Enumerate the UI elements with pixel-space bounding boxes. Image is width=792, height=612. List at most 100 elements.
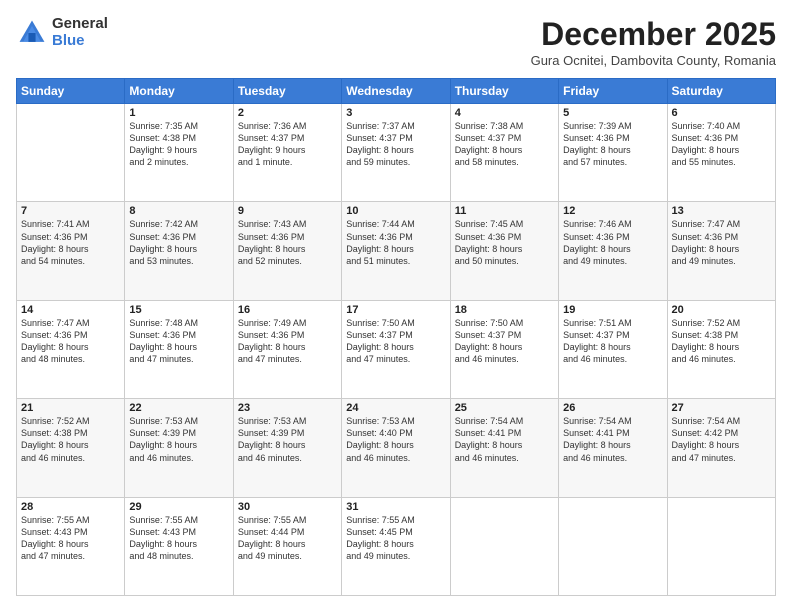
table-row: 19Sunrise: 7:51 AMSunset: 4:37 PMDayligh… (559, 300, 667, 398)
table-row: 16Sunrise: 7:49 AMSunset: 4:36 PMDayligh… (233, 300, 341, 398)
day-info: Sunrise: 7:54 AMSunset: 4:41 PMDaylight:… (563, 415, 662, 464)
daylight-minutes: and 46 minutes. (455, 354, 519, 364)
day-number: 28 (21, 501, 120, 513)
daylight-minutes: and 48 minutes. (21, 354, 85, 364)
daylight-minutes: and 46 minutes. (346, 453, 410, 463)
table-row: 2Sunrise: 7:36 AMSunset: 4:37 PMDaylight… (233, 104, 341, 202)
daylight-hours: Daylight: 8 hours (563, 145, 631, 155)
table-row: 25Sunrise: 7:54 AMSunset: 4:41 PMDayligh… (450, 399, 558, 497)
daylight-hours: Daylight: 8 hours (129, 244, 197, 254)
calendar-table: Sunday Monday Tuesday Wednesday Thursday… (16, 78, 776, 596)
daylight-minutes: and 46 minutes. (455, 453, 519, 463)
sunrise-text: Sunrise: 7:46 AM (563, 219, 632, 229)
logo-icon (16, 17, 48, 49)
sunrise-text: Sunrise: 7:53 AM (346, 416, 415, 426)
daylight-minutes: and 48 minutes. (129, 551, 193, 561)
day-number: 1 (129, 107, 228, 119)
day-number: 6 (672, 107, 771, 119)
col-friday: Friday (559, 79, 667, 104)
table-row: 22Sunrise: 7:53 AMSunset: 4:39 PMDayligh… (125, 399, 233, 497)
day-info: Sunrise: 7:50 AMSunset: 4:37 PMDaylight:… (455, 317, 554, 366)
daylight-minutes: and 49 minutes. (346, 551, 410, 561)
day-info: Sunrise: 7:46 AMSunset: 4:36 PMDaylight:… (563, 218, 662, 267)
daylight-hours: Daylight: 8 hours (21, 244, 89, 254)
calendar-week-row: 21Sunrise: 7:52 AMSunset: 4:38 PMDayligh… (17, 399, 776, 497)
sunrise-text: Sunrise: 7:54 AM (563, 416, 632, 426)
table-row (450, 497, 558, 595)
day-number: 13 (672, 205, 771, 217)
day-info: Sunrise: 7:47 AMSunset: 4:36 PMDaylight:… (672, 218, 771, 267)
sunset-text: Sunset: 4:37 PM (455, 330, 522, 340)
logo-general-text: General (52, 16, 108, 33)
day-number: 27 (672, 402, 771, 414)
day-number: 21 (21, 402, 120, 414)
daylight-minutes: and 46 minutes. (672, 354, 736, 364)
table-row: 13Sunrise: 7:47 AMSunset: 4:36 PMDayligh… (667, 202, 775, 300)
title-block: December 2025 Gura Ocnitei, Dambovita Co… (531, 16, 776, 68)
table-row: 24Sunrise: 7:53 AMSunset: 4:40 PMDayligh… (342, 399, 450, 497)
table-row: 29Sunrise: 7:55 AMSunset: 4:43 PMDayligh… (125, 497, 233, 595)
daylight-minutes: and 51 minutes. (346, 256, 410, 266)
sunset-text: Sunset: 4:36 PM (21, 330, 88, 340)
daylight-minutes: and 49 minutes. (563, 256, 627, 266)
sunrise-text: Sunrise: 7:52 AM (672, 318, 741, 328)
daylight-minutes: and 47 minutes. (21, 551, 85, 561)
day-number: 15 (129, 304, 228, 316)
daylight-hours: Daylight: 8 hours (346, 539, 414, 549)
day-number: 3 (346, 107, 445, 119)
daylight-hours: Daylight: 8 hours (238, 244, 306, 254)
day-number: 17 (346, 304, 445, 316)
day-number: 4 (455, 107, 554, 119)
logo-text: General Blue (52, 16, 108, 49)
table-row (17, 104, 125, 202)
logo-blue-text: Blue (52, 33, 108, 50)
sunset-text: Sunset: 4:40 PM (346, 428, 413, 438)
sunset-text: Sunset: 4:44 PM (238, 527, 305, 537)
day-info: Sunrise: 7:45 AMSunset: 4:36 PMDaylight:… (455, 218, 554, 267)
sunrise-text: Sunrise: 7:53 AM (129, 416, 198, 426)
sunset-text: Sunset: 4:42 PM (672, 428, 739, 438)
sunrise-text: Sunrise: 7:44 AM (346, 219, 415, 229)
table-row: 8Sunrise: 7:42 AMSunset: 4:36 PMDaylight… (125, 202, 233, 300)
day-info: Sunrise: 7:39 AMSunset: 4:36 PMDaylight:… (563, 120, 662, 169)
daylight-minutes: and 53 minutes. (129, 256, 193, 266)
sunset-text: Sunset: 4:41 PM (455, 428, 522, 438)
day-info: Sunrise: 7:49 AMSunset: 4:36 PMDaylight:… (238, 317, 337, 366)
daylight-minutes: and 47 minutes. (672, 453, 736, 463)
table-row: 23Sunrise: 7:53 AMSunset: 4:39 PMDayligh… (233, 399, 341, 497)
table-row: 15Sunrise: 7:48 AMSunset: 4:36 PMDayligh… (125, 300, 233, 398)
daylight-hours: Daylight: 8 hours (129, 342, 197, 352)
sunrise-text: Sunrise: 7:42 AM (129, 219, 198, 229)
sunset-text: Sunset: 4:36 PM (129, 232, 196, 242)
title-month: December 2025 (531, 16, 776, 53)
day-number: 5 (563, 107, 662, 119)
table-row: 9Sunrise: 7:43 AMSunset: 4:36 PMDaylight… (233, 202, 341, 300)
daylight-hours: Daylight: 9 hours (238, 145, 306, 155)
daylight-minutes: and 47 minutes. (238, 354, 302, 364)
day-info: Sunrise: 7:50 AMSunset: 4:37 PMDaylight:… (346, 317, 445, 366)
sunrise-text: Sunrise: 7:41 AM (21, 219, 90, 229)
daylight-hours: Daylight: 8 hours (238, 539, 306, 549)
daylight-hours: Daylight: 8 hours (455, 145, 523, 155)
daylight-minutes: and 55 minutes. (672, 157, 736, 167)
sunset-text: Sunset: 4:36 PM (563, 133, 630, 143)
day-number: 26 (563, 402, 662, 414)
daylight-minutes: and 1 minute. (238, 157, 293, 167)
day-number: 16 (238, 304, 337, 316)
sunrise-text: Sunrise: 7:49 AM (238, 318, 307, 328)
sunset-text: Sunset: 4:36 PM (238, 232, 305, 242)
table-row: 31Sunrise: 7:55 AMSunset: 4:45 PMDayligh… (342, 497, 450, 595)
sunrise-text: Sunrise: 7:54 AM (455, 416, 524, 426)
day-info: Sunrise: 7:54 AMSunset: 4:41 PMDaylight:… (455, 415, 554, 464)
table-row: 14Sunrise: 7:47 AMSunset: 4:36 PMDayligh… (17, 300, 125, 398)
daylight-hours: Daylight: 8 hours (672, 145, 740, 155)
col-wednesday: Wednesday (342, 79, 450, 104)
sunrise-text: Sunrise: 7:53 AM (238, 416, 307, 426)
sunset-text: Sunset: 4:37 PM (238, 133, 305, 143)
logo: General Blue (16, 16, 108, 49)
daylight-hours: Daylight: 8 hours (346, 145, 414, 155)
table-row: 11Sunrise: 7:45 AMSunset: 4:36 PMDayligh… (450, 202, 558, 300)
daylight-minutes: and 49 minutes. (238, 551, 302, 561)
daylight-minutes: and 52 minutes. (238, 256, 302, 266)
day-info: Sunrise: 7:36 AMSunset: 4:37 PMDaylight:… (238, 120, 337, 169)
